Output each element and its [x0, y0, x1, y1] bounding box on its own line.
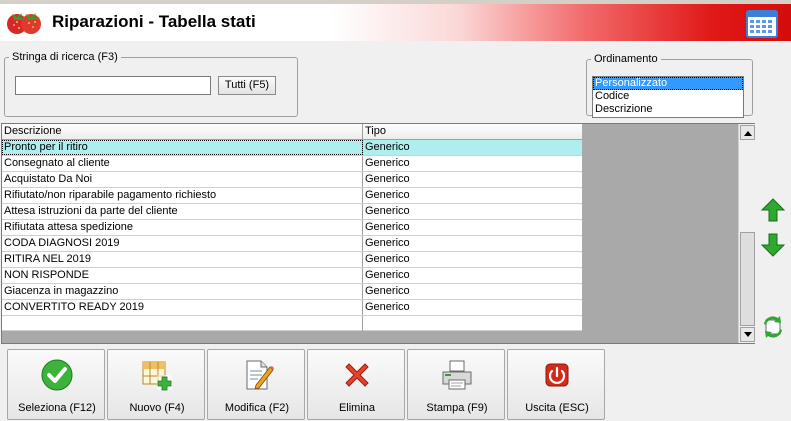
cell-type: Generico	[365, 301, 410, 313]
exit-button-label: Uscita (ESC)	[525, 402, 589, 414]
delete-button[interactable]: Elimina	[307, 349, 405, 420]
search-group: Stringa di ricerca (F3) Tutti (F5)	[4, 51, 298, 117]
cell-type: Generico	[365, 237, 410, 249]
cell-description-empty	[2, 316, 363, 331]
search-legend: Stringa di ricerca (F3)	[12, 51, 118, 63]
print-button-label: Stampa (F9)	[426, 402, 488, 414]
cell-description: CONVERTITO READY 2019	[2, 300, 363, 315]
column-header-description[interactable]: Descrizione	[2, 124, 363, 139]
table-row[interactable]: Rifiutata attesa spedizione Generico	[2, 220, 582, 236]
cell-description: Giacenza in magazzino	[2, 284, 363, 299]
header-banner: Riparazioni - Tabella stati	[0, 4, 791, 41]
cell-type-empty	[363, 316, 582, 331]
ordering-option[interactable]: Descrizione	[593, 103, 743, 116]
table-row[interactable]: Acquistato Da Noi Generico	[2, 172, 582, 188]
cell-type: Generico	[365, 253, 410, 265]
printer-icon	[442, 360, 472, 390]
select-button[interactable]: Seleziona (F12)	[7, 349, 105, 420]
delete-button-label: Elimina	[338, 402, 376, 414]
scroll-down-button[interactable]	[740, 327, 755, 342]
select-button-label: Seleziona (F12)	[18, 402, 96, 414]
table-row[interactable]: Rifiutato/non riparabile pagamento richi…	[2, 188, 582, 204]
x-icon	[345, 363, 369, 387]
arrow-down-icon	[760, 233, 786, 257]
cell-type: Generico	[365, 173, 410, 185]
scroll-up-button[interactable]	[740, 125, 755, 140]
table-header: Descrizione Tipo	[2, 124, 582, 140]
cell-description: Acquistato Da Noi	[2, 172, 363, 187]
edit-button[interactable]: Modifica (F2)	[207, 349, 305, 420]
strawberry-icon	[7, 13, 41, 34]
cell-description: Rifiutata attesa spedizione	[2, 220, 363, 235]
cell-type: Generico	[365, 189, 410, 201]
print-button[interactable]: Stampa (F9)	[407, 349, 505, 420]
cell-description: Rifiutato/non riparabile pagamento richi…	[2, 188, 363, 203]
move-up-button[interactable]	[758, 195, 788, 225]
cell-description: CODA DIAGNOSI 2019	[2, 236, 363, 251]
table-row[interactable]: CONVERTITO READY 2019 Generico	[2, 300, 582, 316]
cell-type: Generico	[365, 285, 410, 297]
show-all-button[interactable]: Tutti (F5)	[218, 76, 276, 95]
check-circle-icon	[41, 359, 73, 391]
table-row[interactable]: Giacenza in magazzino Generico	[2, 284, 582, 300]
cell-description: RITIRA NEL 2019	[2, 252, 363, 267]
document-edit-icon	[246, 360, 274, 390]
table-row[interactable]: Pronto per il ritiro Generico	[2, 140, 582, 156]
cell-type: Generico	[365, 205, 410, 217]
cell-description: Attesa istruzioni da parte del cliente	[2, 204, 363, 219]
grid-add-icon	[142, 361, 172, 391]
ordering-legend: Ordinamento	[594, 53, 658, 65]
table-row[interactable]: Consegnato al cliente Generico	[2, 156, 582, 172]
ordering-listbox[interactable]: Personalizzato Codice Descrizione	[592, 76, 744, 118]
refresh-button[interactable]	[758, 312, 788, 342]
arrow-up-icon	[760, 198, 786, 222]
table-vertical-scrollbar[interactable]	[738, 124, 755, 343]
column-header-type[interactable]: Tipo	[363, 124, 582, 139]
states-table: Descrizione Tipo Pronto per il ritiro Ge…	[1, 123, 755, 344]
cell-description: Consegnato al cliente	[2, 156, 363, 171]
cell-type: Generico	[365, 221, 410, 233]
calendar-grid-icon[interactable]	[746, 10, 778, 38]
cell-description: Pronto per il ritiro	[2, 140, 363, 155]
scroll-thumb[interactable]	[740, 232, 755, 326]
cell-type: Generico	[365, 269, 410, 281]
triangle-up-icon	[743, 130, 752, 136]
edit-button-label: Modifica (F2)	[224, 402, 290, 414]
exit-button[interactable]: Uscita (ESC)	[507, 349, 605, 420]
table-body: Descrizione Tipo Pronto per il ritiro Ge…	[2, 124, 582, 331]
refresh-icon	[764, 316, 782, 338]
table-row-empty[interactable]	[2, 316, 582, 331]
table-row[interactable]: NON RISPONDE Generico	[2, 268, 582, 284]
new-button[interactable]: Nuovo (F4)	[107, 349, 205, 420]
table-row[interactable]: Attesa istruzioni da parte del cliente G…	[2, 204, 582, 220]
cell-description: NON RISPONDE	[2, 268, 363, 283]
power-icon	[545, 363, 569, 387]
table-row[interactable]: CODA DIAGNOSI 2019 Generico	[2, 236, 582, 252]
table-row[interactable]: RITIRA NEL 2019 Generico	[2, 252, 582, 268]
move-down-button[interactable]	[758, 230, 788, 260]
ordering-option[interactable]: Personalizzato	[593, 77, 743, 90]
page-title: Riparazioni - Tabella stati	[52, 12, 256, 31]
new-button-label: Nuovo (F4)	[129, 402, 185, 414]
triangle-down-icon	[743, 331, 752, 337]
ordering-option[interactable]: Codice	[593, 90, 743, 103]
cell-type: Generico	[365, 157, 410, 169]
search-input[interactable]	[15, 76, 211, 95]
cell-type: Generico	[365, 141, 410, 153]
ordering-group: Ordinamento Personalizzato Codice Descri…	[586, 53, 753, 118]
